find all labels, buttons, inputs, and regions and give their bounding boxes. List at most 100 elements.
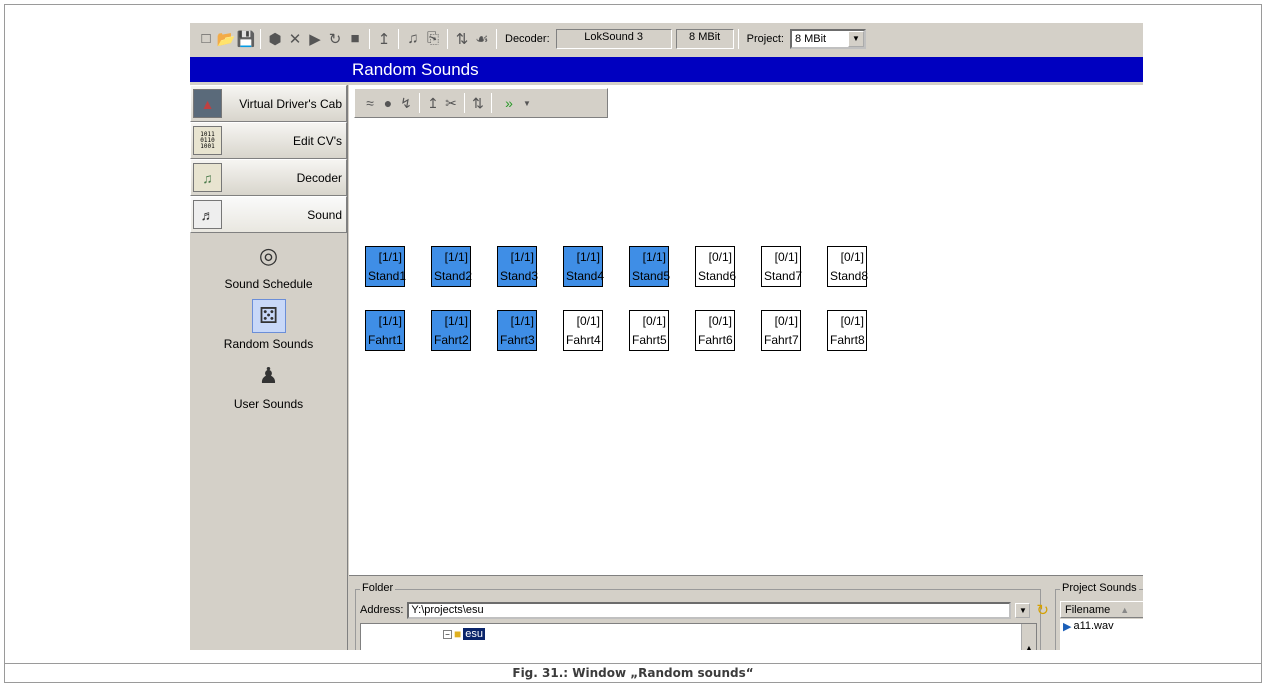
split-icon[interactable]: ⇅: [452, 29, 472, 49]
dice-icon: ⚄: [251, 299, 286, 333]
slot-name: Stand4: [566, 269, 605, 283]
sound-slot-stand4[interactable]: [1/1] Stand4: [563, 246, 605, 287]
nav-label: Sound: [307, 207, 342, 222]
page-title: Random Sounds: [352, 59, 479, 79]
workspace-toolbar: ≈ ● ↯ ↥ ✂ ⇅ » ▼: [354, 88, 608, 118]
address-label: Address:: [360, 604, 404, 616]
chevron-down-icon[interactable]: ▼: [522, 93, 532, 113]
project-size-select[interactable]: 8 MBit ▼: [789, 28, 866, 49]
nav-virtual-drivers-cab[interactable]: ▲ Virtual Driver's Cab: [190, 85, 347, 122]
record-icon[interactable]: ⬢: [265, 29, 285, 49]
import-icon[interactable]: ♫: [403, 29, 423, 49]
list-item[interactable]: ▶ a11.wav: [1060, 619, 1143, 650]
slot-count: [1/1]: [642, 250, 666, 264]
sound-slot-stand6[interactable]: [0/1] Stand6: [695, 246, 736, 287]
random-sounds-workspace: ≈ ● ↯ ↥ ✂ ⇅ » ▼ [1/1] Stand1 [1/1] Stand2 [1…: [349, 85, 1143, 575]
slot-count: [1/1]: [576, 250, 600, 264]
sub-item-random-sounds[interactable]: ⚄ Random Sounds: [190, 299, 347, 351]
collapse-icon[interactable]: −: [443, 629, 452, 639]
bottom-panel: Folder Address: Y:\projects\esu ▼ ↻ − ■ …: [349, 575, 1143, 650]
music-icon: ♬: [193, 200, 222, 229]
chevron-down-icon[interactable]: ▼: [1015, 602, 1031, 618]
slot-count: [0/1]: [708, 250, 732, 264]
toolbar-separator: [737, 28, 739, 49]
nav-edit-cvs[interactable]: 1011 0110 1001 Edit CV's: [190, 122, 347, 159]
slot-count: [0/1]: [576, 314, 600, 328]
stand-sounds-row: [1/1] Stand1 [1/1] Stand2 [1/1] Stand3 [1/1] St…: [365, 246, 893, 287]
save-icon[interactable]: 💾: [236, 29, 256, 49]
slot-count: [1/1]: [378, 314, 402, 328]
left-nav-panel: ▲ Virtual Driver's Cab 1011 0110 1001 Edit…: [190, 85, 348, 650]
toolbar-separator: [447, 28, 448, 49]
sound-slot-fahrt1[interactable]: [1/1] Fahrt1: [365, 310, 405, 351]
folder-tree[interactable]: − ■ esu ▲: [360, 623, 1037, 650]
drop-icon[interactable]: ●: [379, 93, 397, 113]
sub-item-label: Sound Schedule: [224, 277, 313, 291]
probe-icon[interactable]: ↥: [374, 29, 394, 49]
sound-slot-fahrt2[interactable]: [1/1] Fahrt2: [431, 310, 471, 351]
sound-slot-fahrt6[interactable]: [0/1] Fahrt6: [695, 310, 735, 351]
play-icon[interactable]: ▶: [305, 29, 325, 49]
sound-slot-fahrt4[interactable]: [0/1] Fahrt4: [563, 310, 603, 351]
sound-slot-stand7[interactable]: [0/1] Stand7: [761, 246, 802, 287]
sound-slot-fahrt5[interactable]: [0/1] Fahrt5: [629, 310, 669, 351]
folder-legend: Folder: [360, 582, 396, 594]
file-name: a11.wav: [1073, 620, 1114, 632]
delete-icon[interactable]: ✕: [285, 29, 305, 49]
decoder-icon: ♫: [193, 163, 222, 192]
nav-label: Virtual Driver's Cab: [239, 96, 342, 111]
sound-slot-fahrt3[interactable]: [1/1] Fahrt3: [497, 310, 537, 351]
nav-decoder[interactable]: ♫ Decoder: [190, 159, 347, 196]
chevron-down-icon[interactable]: ▼: [847, 30, 864, 47]
export-icon[interactable]: ⎘: [423, 29, 443, 49]
probe-icon[interactable]: ↥: [424, 93, 442, 113]
toolbar-separator: [260, 28, 261, 49]
binary-icon: 1011 0110 1001: [193, 126, 222, 155]
decoder-type-field: LokSound 3: [555, 28, 672, 49]
slot-name: Fahrt1: [368, 333, 403, 347]
nav-label: Edit CV's: [293, 133, 342, 148]
sound-slot-stand2[interactable]: [1/1] Stand2: [431, 246, 472, 287]
lightning-icon[interactable]: ↯: [397, 93, 415, 113]
sound-slot-stand5[interactable]: [1/1] Stand5: [629, 246, 670, 287]
refresh-icon[interactable]: ↻: [1036, 601, 1049, 619]
column-label: Filename: [1065, 603, 1111, 616]
sub-item-label: User Sounds: [233, 397, 304, 411]
stop-icon[interactable]: ■: [345, 29, 365, 49]
slot-count: [0/1]: [708, 314, 732, 328]
slot-count: [0/1]: [774, 314, 798, 328]
sound-slot-stand1[interactable]: [1/1] Stand1: [365, 246, 407, 287]
sort-asc-icon: ▲: [1120, 604, 1130, 615]
user-sound-icon: ♟: [258, 363, 279, 388]
sound-slot-fahrt8[interactable]: [0/1] Fahrt8: [827, 310, 867, 351]
sound-sub-items: ◎ Sound Schedule ⚄ Random Sounds ♟ User …: [190, 233, 347, 411]
slot-count: [1/1]: [444, 314, 468, 328]
nav-sound[interactable]: ♬ Sound: [190, 196, 347, 233]
toolbar-separator: [464, 93, 465, 113]
sub-item-sound-schedule[interactable]: ◎ Sound Schedule: [190, 239, 347, 291]
tree-scrollbar[interactable]: ▲: [1021, 624, 1036, 650]
forward-icon[interactable]: »: [496, 93, 522, 113]
cut-icon[interactable]: ✂: [442, 93, 460, 113]
slot-count: [0/1]: [840, 314, 864, 328]
tree-icon[interactable]: ☙: [472, 29, 492, 49]
toolbar-separator: [369, 28, 370, 49]
open-icon[interactable]: 📂: [216, 29, 236, 49]
new-icon[interactable]: □: [196, 29, 216, 49]
slot-count: [0/1]: [642, 314, 666, 328]
sound-slot-stand3[interactable]: [1/1] Stand3: [497, 246, 538, 287]
slot-count: [0/1]: [840, 250, 864, 264]
wave-icon[interactable]: ≈: [361, 93, 379, 113]
address-input[interactable]: Y:\projects\esu: [407, 601, 1012, 619]
filename-column-header[interactable]: Filename ▲: [1060, 601, 1143, 618]
slot-name: Stand1: [368, 269, 407, 283]
sound-slot-fahrt7[interactable]: [0/1] Fahrt7: [761, 310, 801, 351]
slot-name: Fahrt6: [698, 333, 733, 347]
decoder-label: Decoder:: [505, 32, 550, 45]
sub-item-user-sounds[interactable]: ♟ User Sounds: [190, 359, 347, 411]
loop-icon[interactable]: ↻: [325, 29, 345, 49]
tree-node-esu[interactable]: − ■ esu: [443, 627, 485, 641]
slot-count: [1/1]: [378, 250, 402, 264]
sort-icon[interactable]: ⇅: [469, 93, 487, 113]
sound-slot-stand8[interactable]: [0/1] Stand8: [827, 246, 868, 287]
